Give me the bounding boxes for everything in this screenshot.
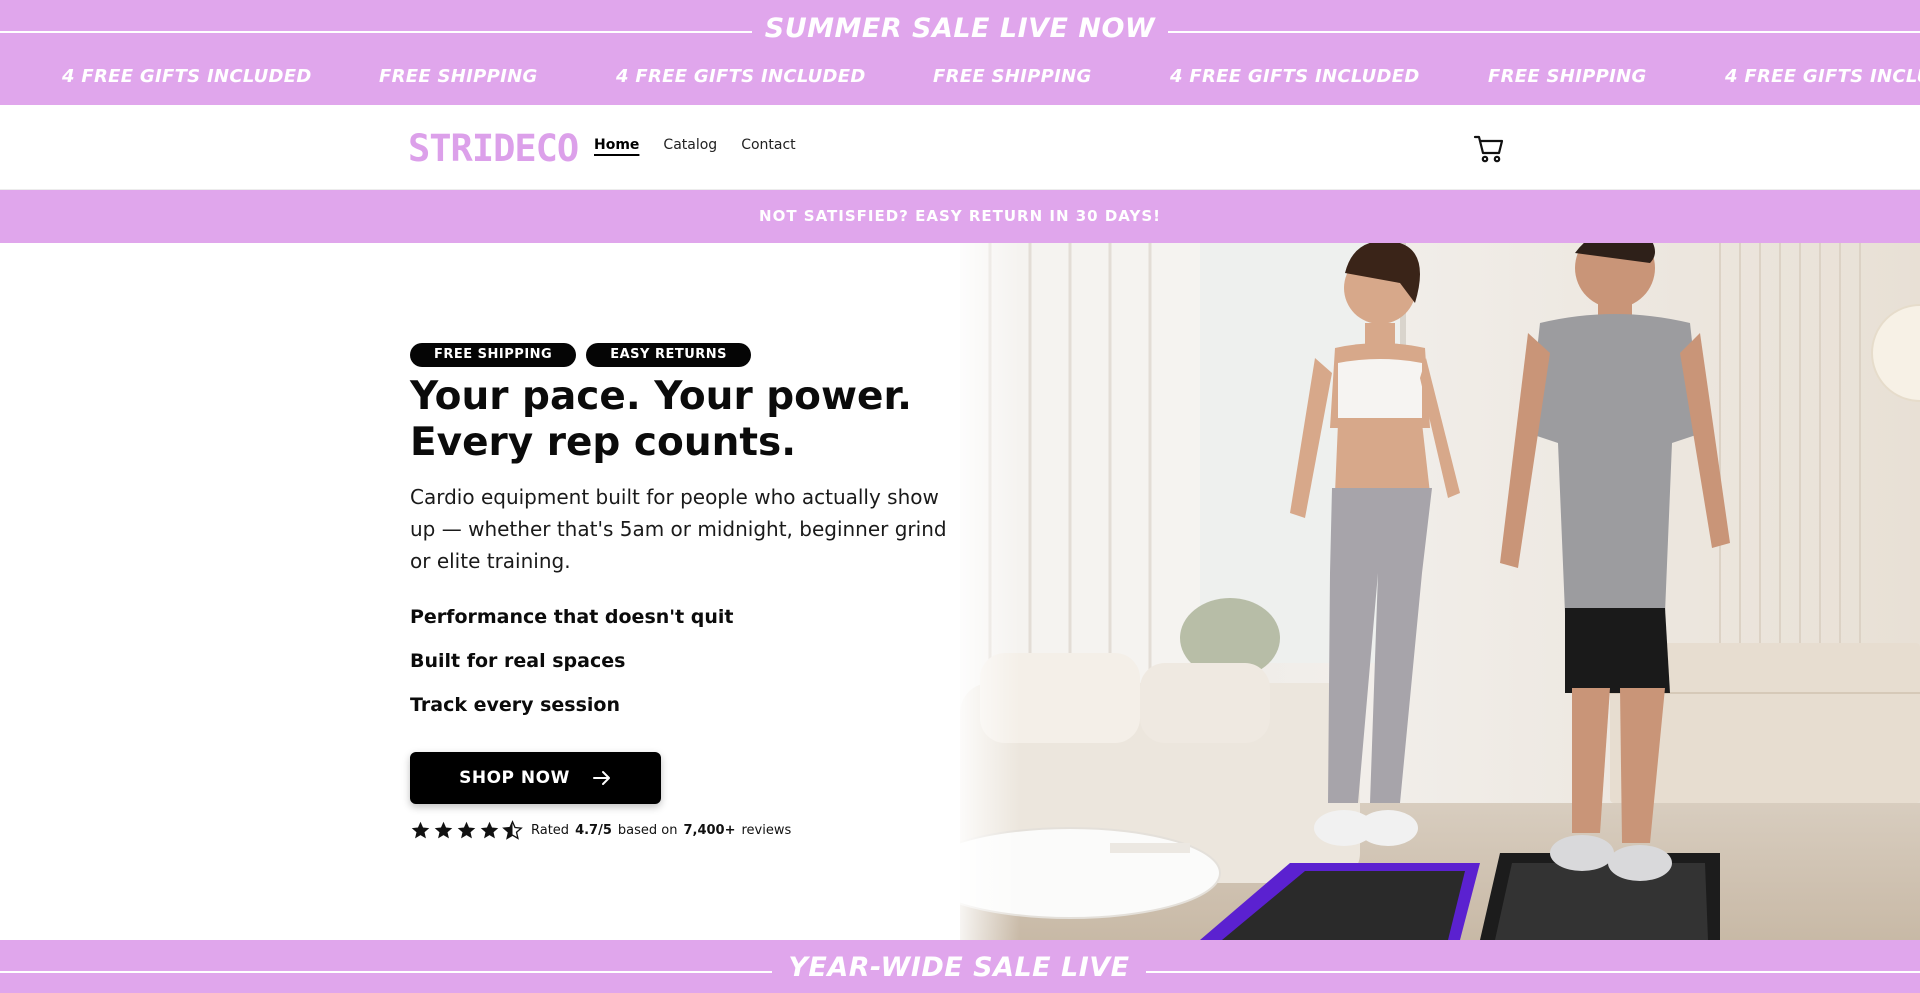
promo-marquee: 4 FREE GIFTS INCLUDED FREE SHIPPING 4 FR…: [0, 66, 1920, 92]
rating-prefix: Rated: [531, 823, 570, 838]
hero-headline: Your pace. Your power. Every rep counts.: [410, 374, 950, 466]
review-count: 7,400+: [683, 823, 736, 838]
easy-returns-badge: EASY RETURNS: [586, 343, 752, 367]
marquee-item: 4 FREE GIFTS INCLUDED: [1725, 66, 1920, 87]
divider-line: [0, 31, 752, 33]
marquee-item: FREE SHIPPING: [933, 66, 1092, 87]
sale-headline-row: SUMMER SALE LIVE NOW: [0, 0, 1920, 63]
star-full-icon: [411, 821, 430, 839]
hero-section: FREE SHIPPING EASY RETURNS Your pace. Yo…: [0, 243, 1920, 940]
headline-line-1: Your pace. Your power.: [410, 374, 912, 419]
hero-badges: FREE SHIPPING EASY RETURNS: [410, 343, 752, 367]
strideco-logo[interactable]: STRIDECO: [408, 127, 579, 170]
star-full-icon: [434, 821, 453, 839]
shop-now-button[interactable]: SHOP NOW: [410, 752, 661, 804]
bottom-promo-banner: YEAR-WIDE SALE LIVE: [0, 940, 1920, 993]
star-rating: [410, 820, 523, 841]
marquee-item: 4 FREE GIFTS INCLUDED: [1170, 66, 1420, 87]
nav-link-home[interactable]: Home: [594, 137, 639, 153]
returns-announcement: NOT SATISFIED? EASY RETURN IN 30 DAYS!: [0, 190, 1920, 243]
rating-suffix: reviews: [741, 823, 792, 838]
marquee-item: FREE SHIPPING: [1488, 66, 1647, 87]
rating-summary: Rated 4.7/5 based on 7,400+ reviews: [410, 820, 791, 841]
nav-link-catalog[interactable]: Catalog: [663, 137, 717, 153]
arrow-right-icon: [592, 771, 610, 785]
rating-score: 4.7/5: [575, 823, 612, 838]
shopping-cart-icon[interactable]: [1472, 131, 1506, 165]
divider-line: [0, 971, 772, 973]
marquee-item: FREE SHIPPING: [379, 66, 538, 87]
hero-photo-couple-walking-pads: [960, 243, 1920, 940]
star-full-icon: [480, 821, 499, 839]
year-wide-sale-title: YEAR-WIDE SALE LIVE: [788, 952, 1130, 983]
divider-line: [1168, 31, 1920, 33]
top-promo-banner: SUMMER SALE LIVE NOW 4 FREE GIFTS INCLUD…: [0, 0, 1920, 105]
summer-sale-title: SUMMER SALE LIVE NOW: [764, 13, 1156, 44]
free-shipping-badge: FREE SHIPPING: [410, 343, 577, 367]
star-full-icon: [457, 821, 476, 839]
nav-link-contact[interactable]: Contact: [741, 137, 795, 153]
rating-middle: based on: [617, 823, 678, 838]
main-nav: Home Catalog Contact: [594, 137, 820, 153]
feature-item: Performance that doesn't quit: [410, 606, 734, 628]
marquee-item: 4 FREE GIFTS INCLUDED: [62, 66, 312, 87]
feature-list: Performance that doesn't quit Built for …: [410, 606, 734, 738]
site-header: STRIDECO Home Catalog Contact: [0, 105, 1920, 190]
headline-line-2: Every rep counts.: [410, 420, 797, 465]
marquee-item: 4 FREE GIFTS INCLUDED: [616, 66, 866, 87]
hero-subcopy: Cardio equipment built for people who ac…: [410, 485, 947, 573]
feature-item: Built for real spaces: [410, 650, 626, 672]
hero-content: FREE SHIPPING EASY RETURNS Your pace. Yo…: [0, 243, 960, 940]
star-half-icon: [502, 820, 523, 840]
divider-line: [1146, 971, 1920, 973]
feature-item: Track every session: [410, 694, 621, 716]
shop-now-label: SHOP NOW: [459, 768, 570, 788]
